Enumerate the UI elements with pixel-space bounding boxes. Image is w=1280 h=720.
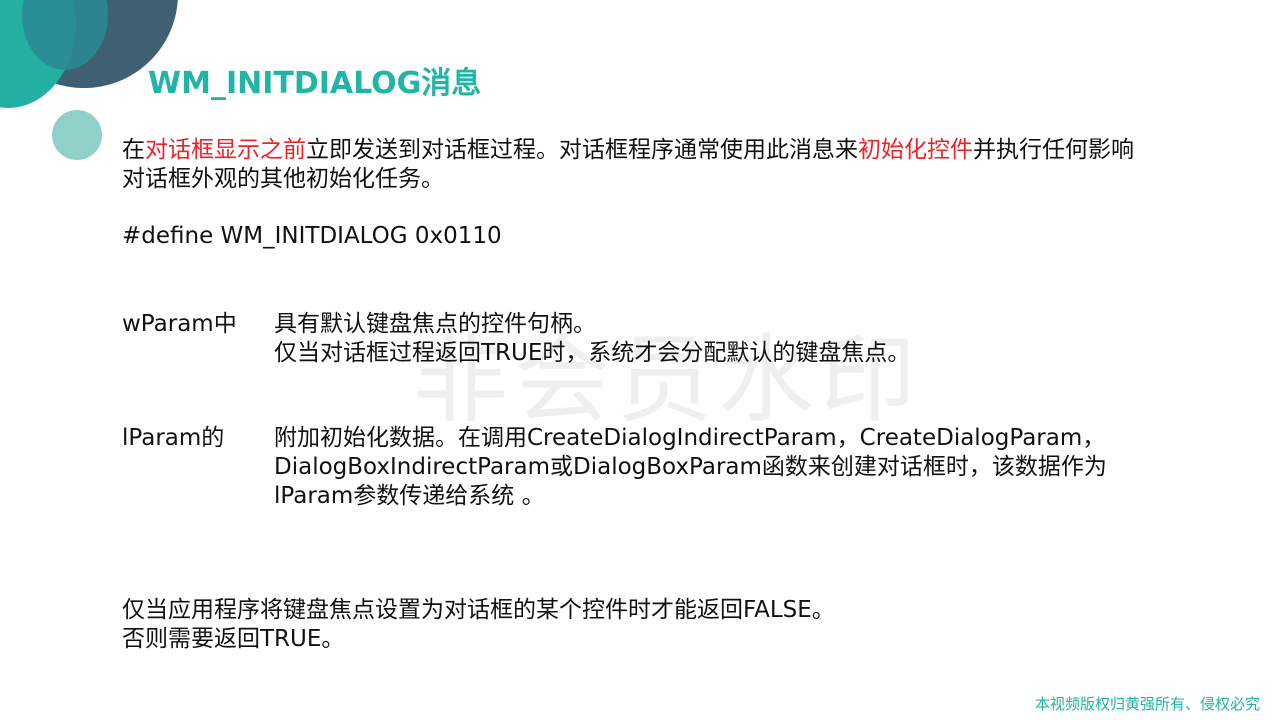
intro-text-3: 并执行任何影响 — [973, 137, 1134, 163]
lparam-label: lParam的 — [122, 425, 225, 451]
intro-highlight-2: 初始化控件 — [858, 137, 973, 163]
lparam-line-2: DialogBoxIndirectParam或DialogBoxParam函数来… — [274, 454, 1107, 480]
define-statement: #define WM_INITDIALOG 0x0110 — [122, 223, 502, 249]
intro-paragraph: 在对话框显示之前立即发送到对话框过程。对话框程序通常使用此消息来初始化控件并执行… — [122, 136, 1134, 194]
copyright-footer: 本视频版权归黄强所有、侵权必究 — [1034, 695, 1260, 713]
wparam-line-1: 具有默认键盘焦点的控件句柄。 — [274, 311, 596, 337]
return-note-line-1: 仅当应用程序将键盘焦点设置为对话框的某个控件时才能返回FALSE。 — [122, 597, 835, 623]
decor-circle-small — [52, 110, 102, 160]
return-value-note: 仅当应用程序将键盘焦点设置为对话框的某个控件时才能返回FALSE。 否则需要返回… — [122, 596, 835, 654]
wparam-label: wParam中 — [122, 311, 237, 337]
intro-line-2: 对话框外观的其他初始化任务。 — [122, 166, 444, 192]
intro-text-1: 在 — [122, 137, 145, 163]
slide-title: WM_INITDIALOG消息 — [148, 66, 482, 101]
wparam-description: 具有默认键盘焦点的控件句柄。 仅当对话框过程返回TRUE时，系统才会分配默认的键… — [274, 310, 910, 368]
lparam-line-3: lParam参数传递给系统 。 — [274, 483, 545, 509]
intro-text-2: 立即发送到对话框过程。对话框程序通常使用此消息来 — [306, 137, 858, 163]
wparam-line-2: 仅当对话框过程返回TRUE时，系统才会分配默认的键盘焦点。 — [274, 340, 911, 366]
intro-line-1: 在对话框显示之前立即发送到对话框过程。对话框程序通常使用此消息来初始化控件并执行… — [122, 136, 1134, 165]
lparam-line-1: 附加初始化数据。在调用CreateDialogIndirectParam，Cre… — [274, 425, 1106, 451]
intro-highlight-1: 对话框显示之前 — [145, 137, 306, 163]
lparam-description: 附加初始化数据。在调用CreateDialogIndirectParam，Cre… — [274, 424, 1107, 511]
return-note-line-2: 否则需要返回TRUE。 — [122, 626, 345, 652]
